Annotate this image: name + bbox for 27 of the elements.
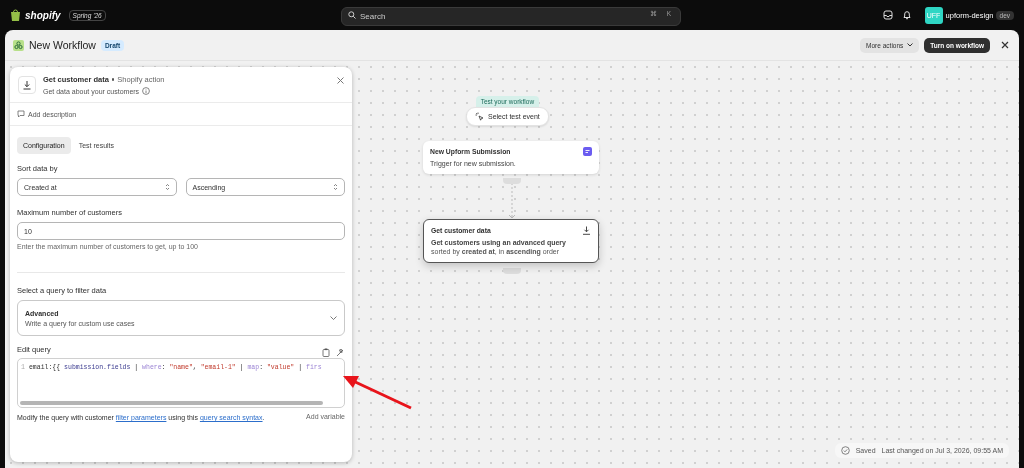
chevron-down-icon — [330, 316, 337, 320]
download-icon — [18, 76, 36, 94]
info-icon[interactable] — [142, 87, 151, 95]
bell-icon[interactable] — [901, 10, 912, 20]
separator-dot — [111, 78, 115, 81]
form-icon — [583, 147, 592, 156]
shopping-bag-icon — [10, 9, 21, 21]
chevron-up-down-icon — [333, 183, 338, 191]
annotation-arrow — [341, 374, 413, 410]
cursor-click-icon — [475, 112, 484, 121]
scrollbar[interactable] — [20, 401, 323, 405]
chevron-up-down-icon — [164, 183, 170, 191]
check-circle-icon — [840, 446, 850, 455]
clipboard-icon[interactable] — [322, 347, 330, 357]
connection-handle[interactable] — [503, 268, 521, 274]
workflow-icon — [13, 39, 24, 51]
close-icon[interactable] — [1001, 41, 1009, 49]
connector-arrow — [508, 183, 516, 221]
magic-wand-icon[interactable] — [336, 347, 345, 357]
search-icon — [348, 10, 356, 19]
comment-icon — [17, 110, 25, 118]
workflow-title: New Workflow — [29, 39, 96, 51]
download-icon — [582, 226, 591, 235]
inbox-icon[interactable] — [882, 10, 893, 20]
caret-icon — [907, 43, 914, 47]
connection-handle[interactable] — [503, 178, 521, 184]
brand-logo[interactable]: shopify — [25, 9, 61, 21]
